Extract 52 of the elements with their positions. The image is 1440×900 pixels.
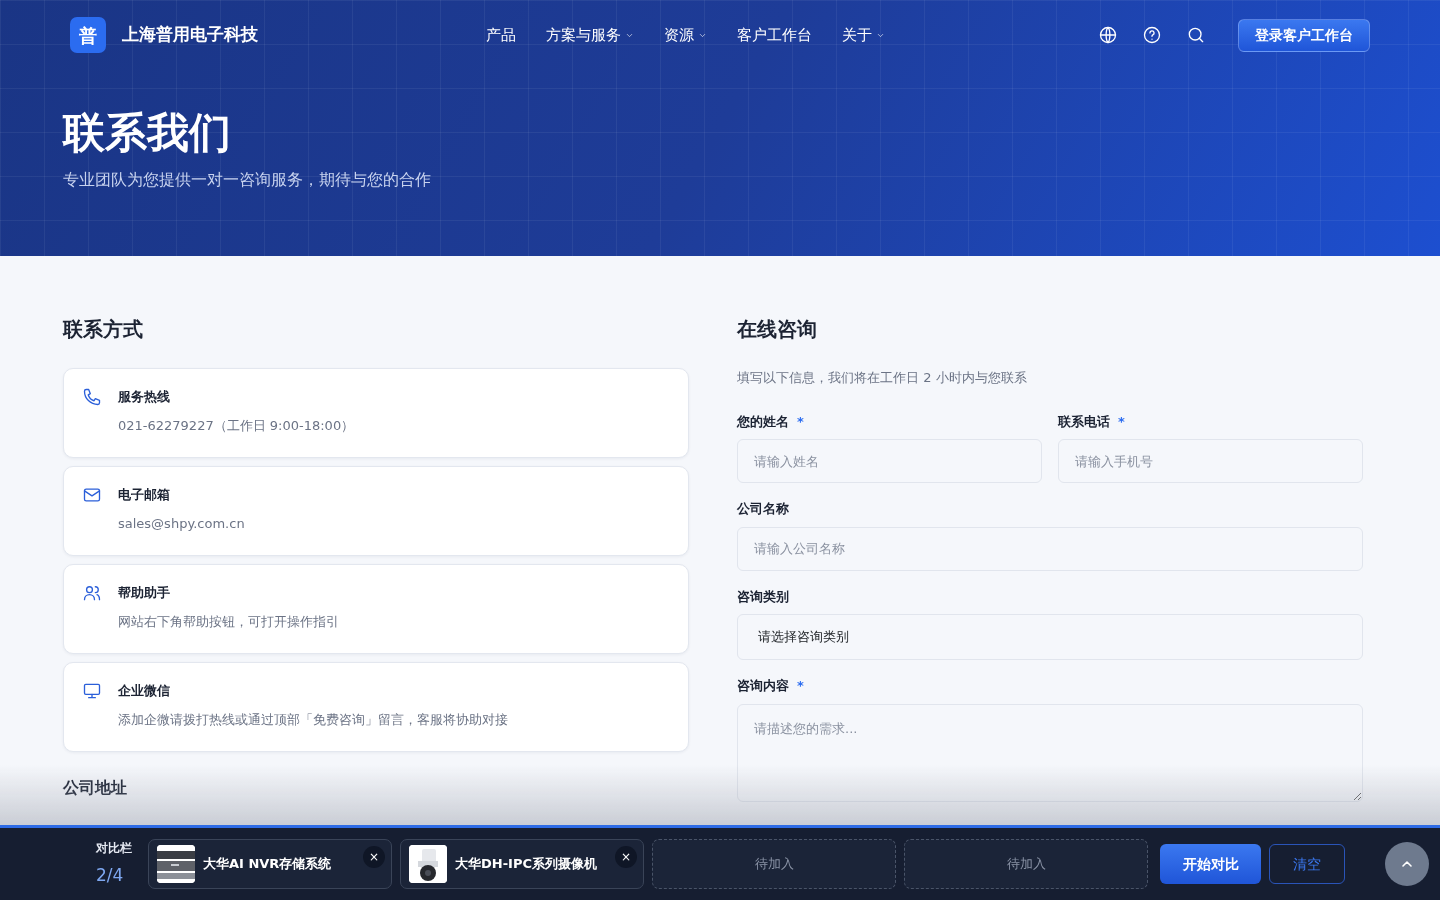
- globe-icon[interactable]: [1098, 25, 1118, 45]
- input-field[interactable]: 请输入姓名: [737, 439, 1042, 483]
- required-mark: *: [797, 677, 804, 695]
- contact-title: 电子邮箱: [118, 486, 171, 504]
- field-label: 咨询内容: [737, 677, 789, 695]
- monitor-icon: [82, 681, 102, 701]
- clear-button[interactable]: 清空: [1269, 844, 1345, 884]
- section-heading: 在线咨询: [737, 316, 818, 343]
- form-intro: 填写以下信息，我们将在工作日 2 小时内与您联系: [737, 369, 1028, 387]
- section-heading: 联系方式: [63, 316, 144, 343]
- textarea-field[interactable]: 请描述您的需求...: [737, 703, 1363, 802]
- nav-link[interactable]: 客户工作台: [737, 23, 812, 47]
- input-field[interactable]: 请输入手机号: [1058, 439, 1363, 483]
- close-button[interactable]: ×: [615, 846, 637, 868]
- product-name: 大华DH-IPC系列摄像机: [455, 855, 597, 874]
- compare-count: 2/4: [96, 864, 124, 888]
- contact-detail: 网站右下角帮助按钮，可打开操作指引: [118, 612, 339, 631]
- input-field[interactable]: 请输入公司名称: [737, 526, 1363, 571]
- logo-icon[interactable]: 普: [70, 17, 106, 53]
- help-icon[interactable]: [1142, 25, 1162, 45]
- contact-detail: 添加企微请拨打热线或通过顶部「免费咨询」留言，客服将协助对接: [118, 710, 508, 729]
- contact-title: 企业微信: [118, 682, 171, 700]
- required-mark: *: [1118, 412, 1125, 431]
- nav-link[interactable]: 关于: [842, 23, 885, 47]
- empty-slot: 待加入: [652, 839, 896, 889]
- contact-title: 帮助助手: [118, 584, 171, 602]
- back-to-top-button[interactable]: [1385, 842, 1429, 886]
- contact-detail: 021-62279227（工作日 9:00-18:00）: [118, 416, 355, 435]
- nav-link[interactable]: 产品: [486, 23, 516, 47]
- field-label: 公司名称: [737, 500, 789, 518]
- empty-slot: 待加入: [904, 839, 1148, 889]
- product-name: 大华AI NVR存储系统: [203, 855, 332, 874]
- start-compare-button[interactable]: 开始对比: [1160, 844, 1261, 884]
- nav-link[interactable]: 资源: [664, 23, 707, 47]
- section-heading: 公司地址: [63, 777, 128, 799]
- nav-link[interactable]: 方案与服务: [546, 23, 634, 47]
- login-button[interactable]: 登录客户工作台: [1238, 18, 1370, 52]
- phone-icon: [82, 387, 102, 407]
- select-field[interactable]: 请选择咨询类别: [737, 614, 1363, 660]
- page-subtitle: 专业团队为您提供一对一咨询服务，期待与您的合作: [63, 169, 432, 192]
- field-label: 咨询类别: [737, 587, 789, 606]
- brand-name[interactable]: 上海普用电子科技: [122, 22, 258, 48]
- contact-title: 服务热线: [118, 388, 171, 406]
- field-label: 您的姓名: [737, 412, 789, 431]
- people-icon: [82, 583, 102, 603]
- page-title: 联系我们: [63, 108, 232, 159]
- contact-detail: sales@shpy.com.cn: [118, 514, 245, 533]
- search-icon[interactable]: [1186, 25, 1206, 45]
- close-button[interactable]: ×: [363, 846, 385, 868]
- compare-title: 对比栏: [96, 840, 132, 858]
- field-label: 联系电话: [1058, 412, 1110, 431]
- required-mark: *: [797, 412, 804, 431]
